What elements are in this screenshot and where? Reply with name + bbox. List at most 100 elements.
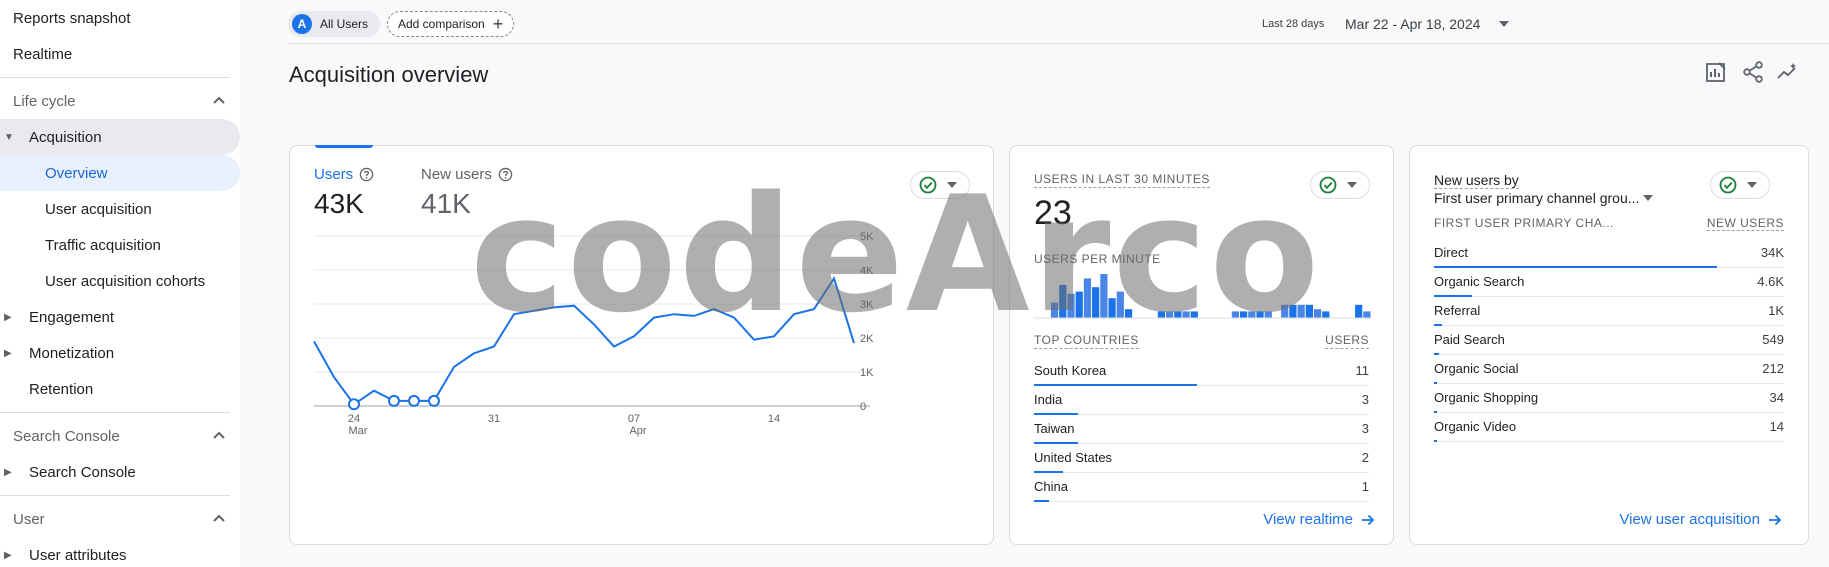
customize-report-icon[interactable] [1705, 61, 1727, 83]
nav-user-acquisition[interactable]: User acquisition [0, 191, 240, 227]
help-icon[interactable] [359, 167, 374, 182]
card-options-button[interactable] [1710, 171, 1770, 199]
nav-acquisition[interactable]: ▼ Acquisition [0, 119, 240, 155]
per-minute-bar[interactable] [1108, 298, 1116, 318]
users-per-minute-chart[interactable] [1034, 274, 1371, 322]
add-comparison-button[interactable]: Add comparison + [387, 11, 515, 37]
per-minute-bar[interactable] [1116, 291, 1124, 318]
row-value: 549 [1762, 332, 1784, 347]
add-comparison-label: Add comparison [398, 17, 485, 31]
nav-overview[interactable]: Overview [0, 155, 240, 191]
section-search-console[interactable]: Search Console [0, 418, 240, 454]
nav-retention[interactable]: Retention [0, 371, 240, 407]
per-minute-bar[interactable] [1313, 309, 1322, 318]
users-per-minute-label: USERS PER MINUTE [1034, 252, 1161, 266]
table-row[interactable]: Organic Video 14 [1434, 413, 1784, 442]
per-minute-bar[interactable] [1355, 304, 1363, 318]
per-minute-bar[interactable] [1174, 311, 1182, 318]
table-row[interactable]: China 1 [1034, 473, 1369, 502]
nav-realtime[interactable]: Realtime [0, 36, 240, 72]
row-value: 1 [1361, 479, 1369, 494]
per-minute-bar[interactable] [1322, 311, 1330, 318]
per-minute-bar[interactable] [1124, 309, 1133, 318]
table-row[interactable]: Paid Search 549 [1434, 326, 1784, 355]
caret-down-icon [1643, 195, 1654, 201]
new-users-column-header[interactable]: NEW USERS [1706, 216, 1784, 231]
dimension-selector[interactable]: First user primary channel grou... [1434, 190, 1654, 206]
view-user-acquisition-link[interactable]: View user acquisition [1619, 511, 1782, 528]
row-name: United States [1034, 450, 1113, 465]
section-lifecycle[interactable]: Life cycle [0, 83, 240, 119]
per-minute-bar[interactable] [1166, 311, 1174, 318]
per-minute-bar[interactable] [1050, 302, 1059, 318]
help-icon[interactable] [498, 167, 513, 182]
share-icon[interactable] [1742, 61, 1764, 83]
nav-reports-snapshot[interactable]: Reports snapshot [0, 0, 240, 36]
sidebar-divider [0, 77, 230, 78]
caret-down-icon[interactable] [1498, 20, 1510, 28]
table-row[interactable]: United States 2 [1034, 444, 1369, 473]
caret-right-icon: ▶ [4, 466, 12, 478]
card-options-button[interactable] [910, 171, 970, 199]
table-row[interactable]: Taiwan 3 [1034, 415, 1369, 444]
per-minute-bar[interactable] [1190, 311, 1198, 318]
tab-users[interactable]: Users [314, 166, 374, 183]
row-name: China [1034, 479, 1068, 494]
per-minute-bar[interactable] [1239, 311, 1248, 318]
table-row[interactable]: India 3 [1034, 386, 1369, 415]
nav-search-console[interactable]: ▶ Search Console [0, 454, 240, 490]
per-minute-bar[interactable] [1083, 278, 1092, 318]
table-row[interactable]: Organic Shopping 34 [1434, 384, 1784, 413]
nav-user-acquisition-label: User acquisition [45, 200, 152, 218]
card-options-button[interactable] [1310, 171, 1370, 199]
per-minute-bar[interactable] [1363, 311, 1371, 318]
data-point-marker[interactable] [348, 398, 360, 411]
per-minute-bar[interactable] [1059, 285, 1067, 318]
data-point-marker[interactable] [408, 394, 420, 407]
per-minute-bar[interactable] [1281, 304, 1289, 318]
users-30min-label[interactable]: USERS IN LAST 30 MINUTES [1034, 172, 1210, 188]
segment-chip-all-users[interactable]: A All Users [288, 11, 381, 37]
per-minute-bar[interactable] [1182, 311, 1190, 318]
dimension-selector-label: First user primary channel grou... [1434, 190, 1640, 206]
view-realtime-label: View realtime [1263, 511, 1353, 528]
per-minute-bar[interactable] [1264, 311, 1272, 318]
table-row[interactable]: Direct 34K [1434, 239, 1784, 268]
y-tick-label: 2K [860, 333, 874, 345]
per-minute-bar[interactable] [1297, 304, 1305, 318]
per-minute-bar[interactable] [1231, 311, 1239, 318]
section-user[interactable]: User [0, 501, 240, 537]
table-row[interactable]: Organic Search 4.6K [1434, 268, 1784, 297]
per-minute-bar[interactable] [1100, 274, 1108, 318]
view-realtime-link[interactable]: View realtime [1263, 511, 1375, 528]
share-bar [1034, 500, 1049, 502]
table-row[interactable]: Referral 1K [1434, 297, 1784, 326]
insights-icon[interactable] [1777, 61, 1799, 83]
per-minute-bar[interactable] [1305, 304, 1313, 318]
nav-user-acquisition-cohorts[interactable]: User acquisition cohorts [0, 263, 240, 299]
users-line-chart[interactable]: 5K 4K 3K 2K 1K 0 24Mar 31 07Apr 14 [290, 231, 995, 461]
nav-acquisition-label: Acquisition [29, 128, 102, 146]
table-row[interactable]: Organic Social 212 [1434, 355, 1784, 384]
per-minute-bar[interactable] [1157, 311, 1166, 318]
nav-traffic-acquisition[interactable]: Traffic acquisition [0, 227, 240, 263]
data-point-marker[interactable] [428, 394, 440, 407]
tab-new-users[interactable]: New users [421, 166, 513, 183]
plus-icon: + [492, 14, 504, 34]
per-minute-bar[interactable] [1289, 304, 1297, 318]
per-minute-bar[interactable] [1067, 293, 1075, 318]
table-row[interactable]: South Korea 11 [1034, 357, 1369, 386]
per-minute-bar[interactable] [1248, 311, 1256, 318]
per-minute-bar[interactable] [1075, 291, 1083, 318]
nav-monetization[interactable]: ▶ Monetization [0, 335, 240, 371]
nav-engagement[interactable]: ▶ Engagement [0, 299, 240, 335]
per-minute-bar[interactable] [1256, 311, 1264, 318]
date-range-picker[interactable]: Mar 22 - Apr 18, 2024 [1345, 16, 1480, 32]
row-value: 34 [1769, 390, 1784, 405]
nav-user-attributes[interactable]: ▶ User attributes [0, 537, 240, 567]
per-minute-bar[interactable] [1092, 287, 1100, 318]
data-point-marker[interactable] [388, 394, 400, 407]
users-series-line[interactable] [313, 276, 855, 406]
users-metric-label: Users [314, 166, 354, 183]
nav-search-console-label: Search Console [29, 463, 136, 481]
